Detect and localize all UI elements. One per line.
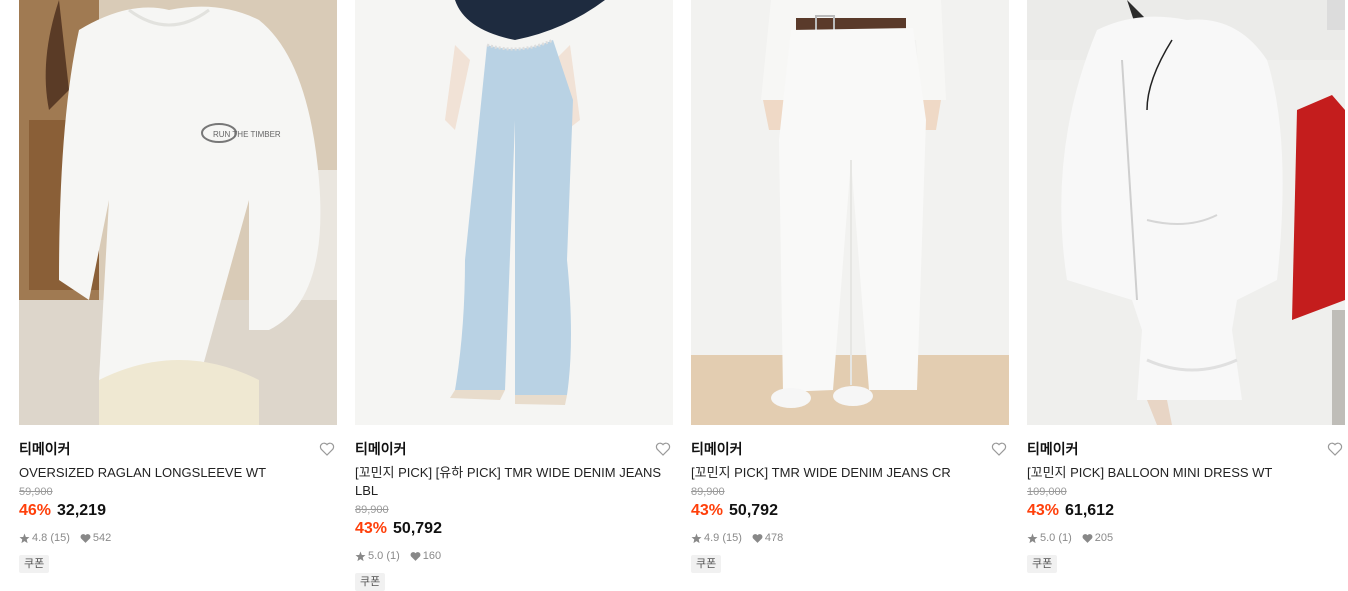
like-count: 478 [764,532,784,544]
price-row: 46% 32,219 [19,500,337,522]
sale-price: 61,612 [1065,502,1114,519]
star-icon [1027,533,1038,544]
original-price: 89,900 [355,504,389,516]
heart-outline-icon [991,442,1007,456]
like-button[interactable] [991,441,1007,457]
product-photo: RUN THE TIMBER [19,0,337,425]
heart-outline-icon [319,442,335,456]
product-grid: RUN THE TIMBER 티메이커 OVERSIZED RAGLAN LON… [19,0,1345,591]
heart-filled-icon [410,551,421,562]
discount-rate: 46% [19,502,52,519]
like-count: 542 [92,532,112,544]
heart-filled-icon [752,533,763,544]
product-image[interactable]: RUN THE TIMBER [19,0,337,425]
sale-price: 32,219 [57,502,106,519]
review-meta: 4.9 (15) 478 [691,531,1009,545]
rating: 4.9 (15) [704,532,742,544]
brand-name[interactable]: 티메이커 [19,441,71,457]
discount-rate: 43% [691,502,724,519]
heart-outline-icon [655,442,671,456]
product-photo [1027,0,1345,425]
price-row: 43% 50,792 [355,518,673,540]
like-button[interactable] [1327,441,1343,457]
product-photo [691,0,1009,425]
product-card[interactable]: 티메이커 [꼬민지 PICK] TMR WIDE DENIM JEANS CR … [691,0,1009,591]
brand-row: 티메이커 [1027,440,1345,458]
coupon-badge: 쿠폰 [1027,555,1058,573]
rating: 5.0 (1) [368,550,400,562]
discount-rate: 43% [1027,502,1060,519]
sale-price: 50,792 [393,520,442,537]
like-count: 205 [1094,532,1114,544]
like-button[interactable] [319,441,335,457]
review-meta: 5.0 (1) 160 [355,549,673,563]
product-card[interactable]: 티메이커 [꼬민지 PICK] BALLOON MINI DRESS WT 10… [1027,0,1345,591]
coupon-badge: 쿠폰 [19,555,50,573]
star-icon [691,533,702,544]
review-meta: 5.0 (1) 205 [1027,531,1345,545]
heart-outline-icon [1327,442,1343,456]
brand-row: 티메이커 [19,440,337,458]
discount-rate: 43% [355,520,388,537]
original-price: 109,000 [1027,486,1067,498]
product-card[interactable]: 티메이커 [꼬민지 PICK] [유하 PICK] TMR WIDE DENIM… [355,0,673,591]
sale-price: 50,792 [729,502,778,519]
original-price: 89,900 [691,486,725,498]
product-name[interactable]: OVERSIZED RAGLAN LONGSLEEVE WT [19,464,337,482]
rating: 5.0 (1) [1040,532,1072,544]
star-icon [19,533,30,544]
product-name[interactable]: [꼬민지 PICK] [유하 PICK] TMR WIDE DENIM JEAN… [355,464,673,500]
review-meta: 4.8 (15) 542 [19,531,337,545]
product-name[interactable]: [꼬민지 PICK] TMR WIDE DENIM JEANS CR [691,464,1009,482]
brand-name[interactable]: 티메이커 [1027,441,1079,457]
heart-filled-icon [1082,533,1093,544]
coupon-badge: 쿠폰 [691,555,722,573]
price-row: 43% 61,612 [1027,500,1345,522]
brand-row: 티메이커 [355,440,673,458]
brand-name[interactable]: 티메이커 [691,441,743,457]
rating: 4.8 (15) [32,532,70,544]
brand-name[interactable]: 티메이커 [355,441,407,457]
product-image[interactable] [1027,0,1345,425]
price-row: 43% 50,792 [691,500,1009,522]
brand-row: 티메이커 [691,440,1009,458]
print-text: RUN THE TIMBER [213,130,281,139]
product-image[interactable] [355,0,673,425]
like-count: 160 [422,550,442,562]
star-icon [355,551,366,562]
heart-filled-icon [80,533,91,544]
product-image[interactable] [691,0,1009,425]
coupon-badge: 쿠폰 [355,573,386,591]
product-card[interactable]: RUN THE TIMBER 티메이커 OVERSIZED RAGLAN LON… [19,0,337,591]
original-price: 59,900 [19,486,53,498]
like-button[interactable] [655,441,671,457]
product-name[interactable]: [꼬민지 PICK] BALLOON MINI DRESS WT [1027,464,1345,482]
product-photo [355,0,673,425]
